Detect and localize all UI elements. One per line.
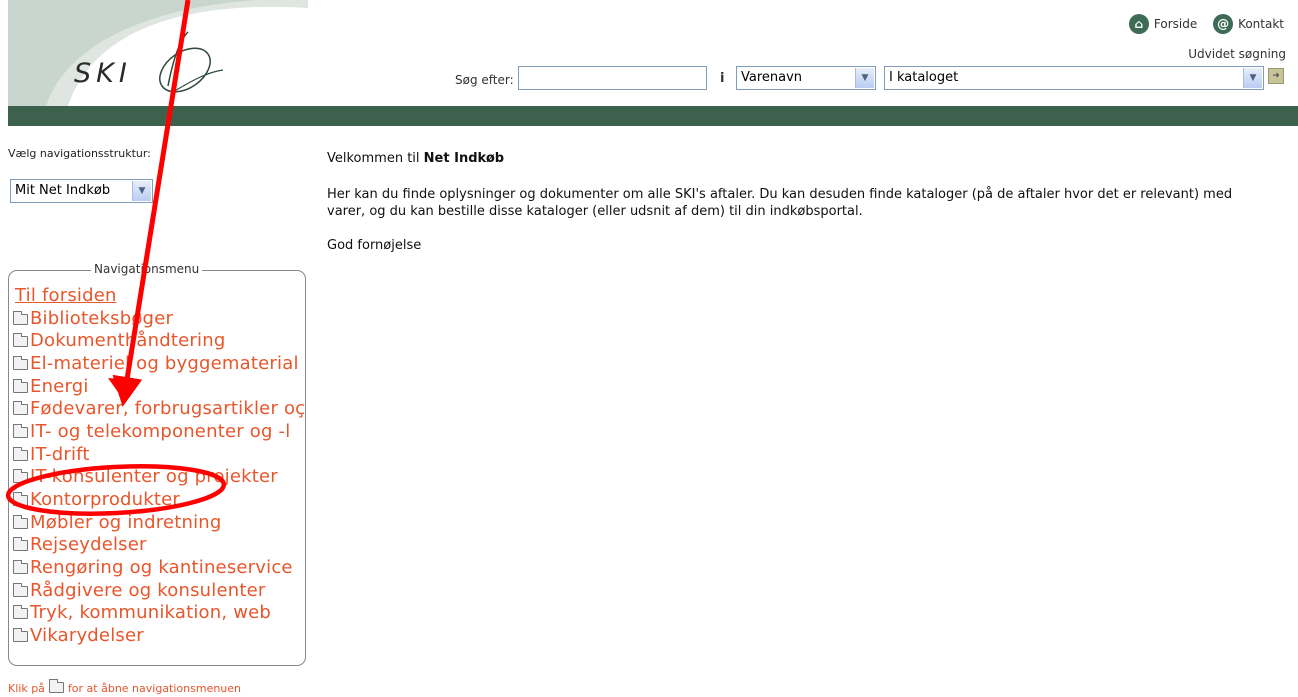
folder-icon <box>13 333 28 348</box>
navigation-menu-title: Navigationsmenu <box>91 262 203 276</box>
home-link[interactable]: ⌂ Forside <box>1128 14 1198 34</box>
nav-item-it-konsulenter[interactable]: IT-konsulenter og projekter <box>13 466 343 489</box>
nav-item-label: Fødevarer, forbrugsartikler oç <box>30 398 306 420</box>
search-in-label: i <box>720 71 725 86</box>
folder-icon <box>13 469 28 484</box>
folder-icon <box>13 582 28 597</box>
folder-icon <box>13 560 28 575</box>
main-content: Velkommen til Net Indkøb Her kan du find… <box>327 150 1267 254</box>
welcome-brand: Net Indkøb <box>423 151 505 166</box>
nav-item-label: Rengøring og kantineservice <box>30 557 293 579</box>
nav-item-label: Tryk, kommunikation, web <box>30 602 272 624</box>
folder-icon <box>13 605 28 620</box>
search-scope-select[interactable]: I kataloget ▼ <box>884 66 1264 90</box>
folder-icon <box>13 378 28 393</box>
search-label: Søg efter: <box>455 73 514 87</box>
folder-icon <box>13 310 28 325</box>
search-scope-select-value: I kataloget <box>889 70 959 85</box>
nav-item-label: Dokumenthåndtering <box>30 330 226 352</box>
top-links: ⌂ Forside @ Kontakt <box>1117 14 1284 34</box>
nav-item-label: Energi <box>30 375 89 397</box>
folder-icon <box>13 537 28 552</box>
nav-structure-select[interactable]: Mit Net Indkøb ▼ <box>10 179 153 203</box>
nav-item-fodevarer[interactable]: Fødevarer, forbrugsartikler oç <box>13 397 343 420</box>
search-go-icon[interactable]: ➜ <box>1268 68 1284 84</box>
advanced-search-link[interactable]: Udvidet søgning <box>1188 47 1286 61</box>
nav-structure-select-value: Mit Net Indkøb <box>15 183 111 198</box>
home-link-label: Forside <box>1153 17 1198 31</box>
nav-item-label: El-materiel og byggematerial <box>30 352 299 374</box>
search-field-select[interactable]: Varenavn ▼ <box>736 66 876 90</box>
nav-item-vikarydelser[interactable]: Vikarydelser <box>13 624 343 647</box>
folder-icon <box>13 423 28 438</box>
contact-link[interactable]: @ Kontakt <box>1213 14 1284 34</box>
nav-item-it-drift[interactable]: IT-drift <box>13 443 343 466</box>
nav-item-it-telekomponenter[interactable]: IT- og telekomponenter og -l <box>13 420 343 443</box>
folder-icon <box>13 446 28 461</box>
nav-structure-label: Vælg navigationsstruktur: <box>8 147 151 160</box>
header-bar <box>8 106 1298 126</box>
folder-icon <box>13 492 28 507</box>
folder-icon <box>13 355 28 370</box>
nav-item-label: IT-drift <box>30 443 90 465</box>
closing-text: God fornøjelse <box>327 238 422 253</box>
nav-item-label: Vikarydelser <box>30 625 144 647</box>
search-input[interactable] <box>518 66 707 90</box>
nav-item-label: IT- og telekomponenter og -l <box>30 420 291 442</box>
home-icon: ⌂ <box>1128 14 1149 34</box>
nav-item-energi[interactable]: Energi <box>13 375 343 398</box>
logo-text: SKI <box>74 58 132 89</box>
welcome-prefix: Velkommen til <box>327 151 424 166</box>
welcome-text: Velkommen til Net Indkøb <box>327 150 1267 167</box>
nav-item-label: IT-konsulenter og projekter <box>30 466 278 488</box>
nav-hint-before: Klik på <box>8 682 45 695</box>
logo-swoosh-graphic <box>8 0 308 106</box>
nav-item-label: Rejseydelser <box>30 534 147 556</box>
contact-link-label: Kontakt <box>1238 17 1284 31</box>
folder-icon <box>13 401 28 416</box>
intro-text: Her kan du finde oplysninger og dokument… <box>327 187 1233 219</box>
nav-item-rengoring[interactable]: Rengøring og kantineservice <box>13 556 343 579</box>
chevron-down-icon[interactable]: ▼ <box>1243 68 1262 88</box>
nav-home-link[interactable]: Til forsiden <box>13 284 343 307</box>
ski-logo[interactable]: SKI <box>8 0 308 106</box>
nav-item-biblioteksboger[interactable]: Biblioteksbøger <box>13 307 343 330</box>
nav-item-raadgivere[interactable]: Rådgivere og konsulenter <box>13 579 343 602</box>
navigation-list: Til forsiden Biblioteksbøger Dokumenthån… <box>13 284 343 647</box>
nav-item-kontorprodukter[interactable]: Kontorprodukter <box>13 488 343 511</box>
navigation-menu: Navigationsmenu Til forsiden Biblioteksb… <box>8 262 306 666</box>
folder-icon <box>13 514 28 529</box>
nav-hint-after: for at åbne navigationsmenuen <box>67 682 242 695</box>
folder-icon <box>48 679 64 693</box>
nav-item-mobler[interactable]: Møbler og indretning <box>13 511 343 534</box>
folder-icon <box>13 628 28 643</box>
at-icon: @ <box>1213 14 1234 34</box>
nav-item-el-materiel[interactable]: El-materiel og byggematerial <box>13 352 343 375</box>
nav-item-tryk[interactable]: Tryk, kommunikation, web <box>13 602 343 625</box>
nav-item-rejseydelser[interactable]: Rejseydelser <box>13 534 343 557</box>
chevron-down-icon[interactable]: ▼ <box>132 181 151 201</box>
nav-item-label: Rådgivere og konsulenter <box>30 579 266 601</box>
nav-hint: Klik på for at åbne navigationsmenuen <box>8 679 242 695</box>
nav-item-label: Kontorprodukter <box>30 489 181 511</box>
nav-item-label: Møbler og indretning <box>30 511 222 533</box>
search-field-select-value: Varenavn <box>741 70 803 85</box>
nav-item-label: Biblioteksbøger <box>30 307 174 329</box>
chevron-down-icon[interactable]: ▼ <box>855 68 874 88</box>
nav-item-dokumenthaandtering[interactable]: Dokumenthåndtering <box>13 329 343 352</box>
